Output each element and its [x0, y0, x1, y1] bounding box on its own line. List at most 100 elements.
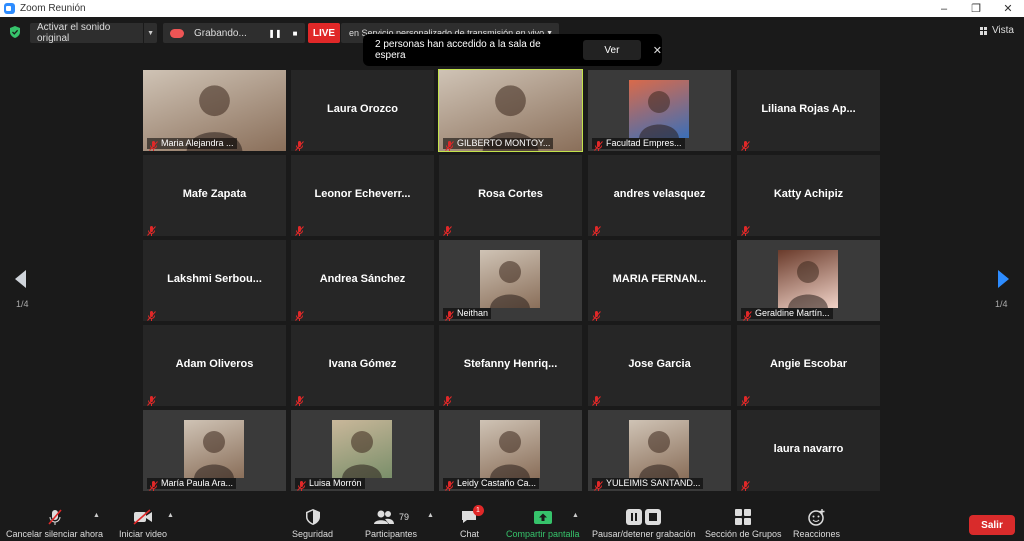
view-button[interactable]: Vista — [979, 25, 1014, 36]
participant-tile[interactable]: MARIA FERNAN... — [588, 240, 731, 321]
unmute-button[interactable]: Cancelar silenciar ahora — [6, 508, 103, 539]
mic-muted-icon — [592, 223, 601, 236]
participant-name: Maria Alejandra ... — [147, 138, 237, 149]
mic-muted-icon — [147, 393, 156, 406]
pause-recording-label: Pausar/detener grabación — [592, 529, 696, 539]
reactions-label: Reacciones — [793, 529, 841, 539]
participant-tile[interactable]: María Paula Ara... — [143, 410, 286, 491]
minimize-button[interactable]: – — [928, 3, 960, 15]
pause-recording-button[interactable]: Pausar/detener grabación — [592, 508, 696, 539]
participant-tile[interactable]: Luisa Morrón — [291, 410, 434, 491]
mic-muted-icon — [147, 308, 156, 321]
view-label: Vista — [991, 25, 1014, 36]
breakout-rooms-icon — [735, 508, 752, 526]
participant-tile[interactable]: Katty Achipiz — [737, 155, 880, 236]
page-indicator-right: 1/4 — [995, 299, 1008, 309]
zoom-logo-icon — [4, 3, 15, 14]
participant-name: Katty Achipiz — [773, 188, 844, 200]
participant-tile[interactable]: Leonor Echeverr... — [291, 155, 434, 236]
mic-muted-icon — [741, 393, 750, 406]
security-label: Seguridad — [292, 529, 334, 539]
participant-tile[interactable]: Facultad Empres... — [588, 70, 731, 151]
chat-icon: 1 — [461, 505, 484, 526]
live-badge[interactable]: LIVE — [308, 23, 340, 43]
participant-tile[interactable]: Leidy Castaño Ca... — [439, 410, 582, 491]
close-window-button[interactable]: ✕ — [992, 2, 1024, 15]
mic-muted-icon — [741, 478, 750, 491]
mic-muted-icon — [295, 223, 304, 236]
participant-tile[interactable]: Mafe Zapata — [143, 155, 286, 236]
participant-tile[interactable]: Neithan — [439, 240, 582, 321]
mic-muted-icon — [295, 393, 304, 406]
participant-tile[interactable]: Laura Orozco — [291, 70, 434, 151]
participant-tile[interactable]: Liliana Rojas Ap... — [737, 70, 880, 151]
window-title: Zoom Reunión — [20, 3, 86, 14]
unmute-label: Cancelar silenciar ahora — [6, 529, 104, 539]
participants-count: 79 — [399, 512, 410, 522]
mic-muted-icon — [594, 478, 603, 491]
leave-meeting-button[interactable]: Salir — [969, 515, 1015, 535]
view-waiting-room-button[interactable]: Ver — [583, 40, 641, 60]
participant-name: Angie Escobar — [769, 358, 848, 370]
chevron-up-icon[interactable]: ▲ — [572, 512, 579, 519]
participant-name: Stefanny Henriq... — [463, 358, 558, 370]
participant-tile[interactable]: Adam Oliveros — [143, 325, 286, 406]
participant-video — [480, 250, 540, 308]
close-icon[interactable]: ✕ — [653, 44, 662, 57]
participant-tile[interactable]: Stefanny Henriq... — [439, 325, 582, 406]
breakout-rooms-label: Sección de Grupos — [705, 529, 782, 539]
participants-button[interactable]: 79 Participantes — [365, 508, 417, 539]
reactions-button[interactable]: Reacciones — [793, 508, 840, 539]
next-page-icon[interactable] — [998, 270, 1009, 288]
stop-recording-icon[interactable]: ■ — [285, 29, 305, 38]
cloud-recording-icon — [170, 28, 184, 38]
participant-name: MARIA FERNAN... — [612, 273, 707, 285]
share-screen-button[interactable]: Compartir pantalla — [506, 508, 580, 539]
chat-button[interactable]: 1 Chat — [460, 505, 484, 539]
security-button[interactable]: Seguridad — [292, 508, 333, 539]
participant-name: Laura Orozco — [327, 103, 398, 115]
participant-tile[interactable]: andres velasquez — [588, 155, 731, 236]
chevron-up-icon[interactable]: ▲ — [93, 512, 100, 519]
previous-page-icon[interactable] — [15, 270, 26, 288]
share-screen-label: Compartir pantalla — [506, 529, 580, 539]
participant-tile[interactable]: laura navarro — [737, 410, 880, 491]
participant-video — [629, 420, 689, 478]
participant-tile[interactable]: Rosa Cortes — [439, 155, 582, 236]
recording-status: Grabando... — [194, 27, 247, 39]
participant-tile[interactable]: Lakshmi Serbou... — [143, 240, 286, 321]
encryption-shield-icon[interactable] — [10, 26, 20, 38]
original-sound-button[interactable]: Activar el sonido original — [30, 22, 145, 44]
breakout-rooms-button[interactable]: Sección de Grupos — [705, 508, 782, 539]
original-sound-control[interactable]: Activar el sonido original ▼ — [30, 22, 157, 44]
chevron-up-icon[interactable]: ▲ — [167, 512, 174, 519]
mic-muted-icon — [743, 308, 752, 321]
window-titlebar: Zoom Reunión – ❐ ✕ — [0, 0, 1024, 17]
chevron-down-icon[interactable]: ▼ — [144, 30, 157, 37]
participant-tile[interactable]: GILBERTO MONTOY... — [438, 69, 583, 152]
participant-tile[interactable]: YULEIMIS SANTAND... — [588, 410, 731, 491]
participant-name: Rosa Cortes — [478, 188, 543, 200]
share-screen-icon — [533, 508, 552, 526]
maximize-button[interactable]: ❐ — [960, 2, 992, 15]
participant-tile[interactable]: Geraldine Martín... — [737, 240, 880, 321]
participant-tile[interactable]: Ivana Gómez — [291, 325, 434, 406]
chat-label: Chat — [460, 529, 480, 539]
chevron-up-icon[interactable]: ▲ — [427, 512, 434, 519]
mic-muted-icon — [295, 308, 304, 321]
participants-icon: 79 — [373, 508, 409, 526]
participant-tile[interactable]: Angie Escobar — [737, 325, 880, 406]
mic-muted-icon — [592, 393, 601, 406]
participant-tile[interactable]: Andrea Sánchez — [291, 240, 434, 321]
participant-tile[interactable]: Maria Alejandra ... — [143, 70, 286, 151]
meeting-toolbar: Cancelar silenciar ahora ▲ Iniciar video… — [0, 502, 1024, 541]
participant-name: Jose Garcia — [628, 358, 691, 370]
mic-muted-icon — [443, 223, 452, 236]
mic-muted-icon — [149, 138, 158, 151]
start-video-button[interactable]: Iniciar video — [119, 508, 167, 539]
chat-unread-badge: 1 — [472, 505, 484, 516]
participant-name: Mafe Zapata — [182, 188, 247, 200]
participant-tile[interactable]: Jose Garcia — [588, 325, 731, 406]
video-off-icon — [132, 508, 154, 526]
pause-recording-icon[interactable]: ❚❚ — [265, 29, 285, 38]
